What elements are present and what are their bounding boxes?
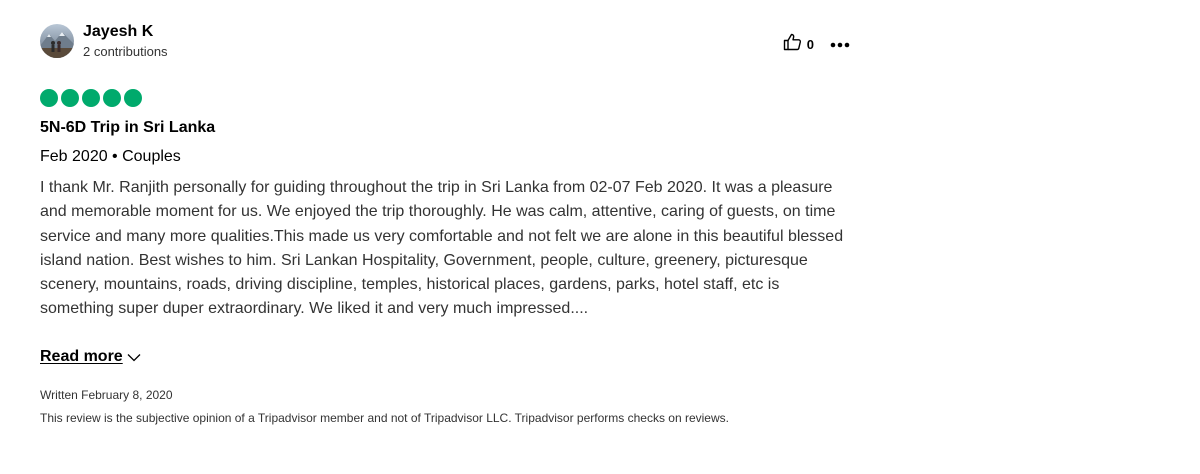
- rating-bubble: [124, 89, 142, 107]
- trip-meta: Feb 2020 • Couples: [40, 148, 181, 165]
- read-more-label: Read more: [40, 348, 123, 365]
- rating-bubble: [103, 89, 121, 107]
- rating-bubble: [40, 89, 58, 107]
- author-name[interactable]: Jayesh K: [83, 22, 168, 42]
- author-contributions: 2 contributions: [83, 44, 168, 59]
- more-options-icon: [830, 35, 850, 53]
- read-more-button[interactable]: Read more: [40, 347, 141, 367]
- rating-bubbles: [40, 89, 142, 107]
- helpful-count: 0: [806, 36, 814, 52]
- rating-bubble: [61, 89, 79, 107]
- written-date: Written February 8, 2020: [40, 388, 173, 402]
- more-options-button[interactable]: [830, 35, 850, 53]
- author-info: Jayesh K 2 contributions: [83, 22, 168, 61]
- review-body: I thank Mr. Ranjith personally for guidi…: [40, 179, 844, 318]
- review-actions: 0: [783, 33, 850, 56]
- review-title[interactable]: 5N-6D Trip in Sri Lanka: [40, 118, 215, 138]
- helpful-vote-button[interactable]: 0: [783, 33, 814, 56]
- avatar[interactable]: [40, 24, 74, 58]
- thumbs-up-icon: [783, 33, 802, 56]
- review-disclaimer: This review is the subjective opinion of…: [40, 411, 729, 425]
- rating-bubble: [82, 89, 100, 107]
- chevron-down-icon: [127, 353, 141, 362]
- review-header: Jayesh K 2 contributions 0: [40, 22, 852, 66]
